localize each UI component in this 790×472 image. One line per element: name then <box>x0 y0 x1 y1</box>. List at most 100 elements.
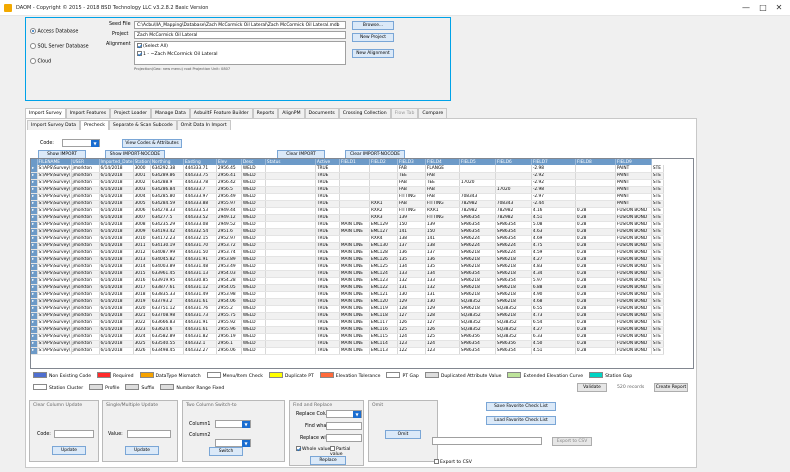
table-cell[interactable]: 138 <box>425 242 460 250</box>
table-cell[interactable]: 444331.82 <box>183 333 217 341</box>
table-cell[interactable]: S:\APS\Survey\ <box>37 256 72 264</box>
table-row[interactable]: ▸ S:\APS\Survey\ jmorkton 6/14/2018 3026 6334… <box>31 347 664 355</box>
table-cell[interactable]: 124 <box>425 340 460 348</box>
table-cell[interactable]: EML124 <box>369 270 398 278</box>
table-cell[interactable]: jmorkton <box>71 340 100 348</box>
table-cell[interactable]: 444331.49 <box>183 291 217 299</box>
table-cell[interactable]: WELD <box>241 326 266 334</box>
table-row[interactable]: ▸ S:\APS\Survey\ jmorkton 6/14/2018 3019 6337… <box>31 298 664 306</box>
table-cell[interactable]: 3007 <box>133 214 151 222</box>
table-cell[interactable]: jmorkton <box>71 319 100 327</box>
table-cell[interactable]: WELD <box>241 284 266 292</box>
table-cell[interactable]: MAIN LINE <box>339 221 370 229</box>
table-cell[interactable]: FAB <box>397 186 426 194</box>
table-cell[interactable]: 4.75 <box>531 242 576 250</box>
table-cell[interactable]: 17020 <box>459 179 496 187</box>
table-cell[interactable]: TRUE <box>315 305 340 313</box>
table-row[interactable]: ▸ S:\APS\Survey\ jmorkton 6/14/2018 3000 6342… <box>31 165 664 173</box>
table-cell[interactable]: 2954.03 <box>216 270 242 278</box>
table-row[interactable]: ▸ S:\APS\Survey\ jmorkton 6/14/2018 3020 6337… <box>31 305 664 313</box>
table-cell[interactable]: 139 <box>425 221 460 229</box>
table-cell[interactable]: S:\APS\Survey\ <box>37 270 72 278</box>
table-cell[interactable]: FITTING <box>397 207 426 215</box>
table-cell[interactable]: 2955.92 <box>216 319 242 327</box>
table-cell[interactable]: 6/14/2018 <box>99 305 134 313</box>
table-cell[interactable]: SP86218 <box>495 284 532 292</box>
table-cell[interactable]: 6/14/2018 <box>99 214 134 222</box>
table-cell[interactable]: 3019 <box>133 298 151 306</box>
table-cell[interactable]: 3012 <box>133 249 151 257</box>
table-cell[interactable]: 444332.15 <box>183 235 217 243</box>
table-cell[interactable]: FUSION BOND <box>615 221 652 229</box>
table-cell[interactable]: TRUE <box>315 319 340 327</box>
alignment-item[interactable]: 1 - ~Zach McCormick Oil Lateral <box>135 50 345 58</box>
table-cell[interactable]: -2.97 <box>531 193 576 201</box>
table-cell[interactable]: MAIN LINE <box>339 277 370 285</box>
table-cell[interactable]: 0.28 <box>575 347 616 355</box>
table-cell[interactable]: WELD <box>241 263 266 271</box>
table-cell[interactable]: S:\APS\Survey\ <box>37 193 72 201</box>
table-cell[interactable]: 4.69 <box>531 235 576 243</box>
table-cell[interactable]: 128 <box>397 305 426 313</box>
table-cell[interactable]: STE <box>651 200 664 208</box>
table-cell[interactable]: SP86356 <box>459 333 496 341</box>
table-cell[interactable]: SP86224 <box>495 249 532 257</box>
table-cell[interactable]: S:\APS\Survey\ <box>37 340 72 348</box>
close-button[interactable]: ✕ <box>773 3 785 13</box>
table-cell[interactable]: PAINT <box>615 200 652 208</box>
table-cell[interactable]: 6/14/2018 <box>99 186 134 194</box>
table-cell[interactable]: 134 <box>397 263 426 271</box>
table-cell[interactable]: S:\APS\Survey\ <box>37 312 72 320</box>
table-cell[interactable] <box>339 200 370 208</box>
table-cell[interactable]: 6/14/2018 <box>99 165 134 173</box>
table-cell[interactable]: FAB <box>397 165 426 173</box>
table-cell[interactable]: 634087.99 <box>150 249 184 257</box>
table-cell[interactable]: 136 <box>425 256 460 264</box>
table-cell[interactable]: 3008 <box>133 221 151 229</box>
table-cell[interactable]: S:\APS\Survey\ <box>37 214 72 222</box>
table-cell[interactable]: 3015 <box>133 270 151 278</box>
table-cell[interactable]: EML130 <box>369 242 398 250</box>
table-cell[interactable]: 3025 <box>133 340 151 348</box>
table-cell[interactable]: TRUE <box>315 186 340 194</box>
table-cell[interactable]: 634284.59 <box>150 200 184 208</box>
table-cell[interactable]: 6.54 <box>531 319 576 327</box>
table-cell[interactable]: FLANGE <box>425 165 460 173</box>
access-radio[interactable] <box>30 28 36 34</box>
table-cell[interactable]: S:\APS\Survey\ <box>37 242 72 250</box>
table-cell[interactable]: jmorkton <box>71 235 100 243</box>
table-cell[interactable]: S:\APS\Survey\ <box>37 319 72 327</box>
table-cell[interactable]: -2.92 <box>531 179 576 187</box>
table-cell[interactable]: SP86218 <box>459 263 496 271</box>
table-cell[interactable]: 634235.29 <box>150 221 184 229</box>
table-cell[interactable]: 6.33 <box>531 333 576 341</box>
table-cell[interactable]: SP86354 <box>459 221 496 229</box>
table-cell[interactable]: FITTING <box>425 214 460 222</box>
table-cell[interactable]: jmorkton <box>71 165 100 173</box>
table-cell[interactable]: WELD <box>241 312 266 320</box>
table-cell[interactable]: SP86354 <box>459 270 496 278</box>
table-cell[interactable]: 6/14/2018 <box>99 340 134 348</box>
tab-import-survey-data[interactable]: Import Survey Data <box>27 120 81 130</box>
table-cell[interactable]: 6/14/2018 <box>99 249 134 257</box>
table-cell[interactable]: SP86218 <box>459 249 496 257</box>
table-cell[interactable]: SQ38352 <box>495 319 532 327</box>
table-cell[interactable]: FUSION BOND <box>615 256 652 264</box>
table-cell[interactable]: -2.92 <box>531 172 576 180</box>
table-cell[interactable]: 4.34 <box>531 270 576 278</box>
table-cell[interactable]: jmorkton <box>71 305 100 313</box>
table-cell[interactable]: EML129 <box>369 221 398 229</box>
table-cell[interactable]: 2956.49 <box>216 193 242 201</box>
table-cell[interactable]: FUSION BOND <box>615 305 652 313</box>
table-cell[interactable] <box>265 186 316 194</box>
table-cell[interactable]: 634289.86 <box>150 172 184 180</box>
table-cell[interactable] <box>575 193 616 201</box>
table-cell[interactable]: 0.28 <box>575 214 616 222</box>
tab-project-loader[interactable]: Project Loader <box>110 108 152 118</box>
table-cell[interactable]: 130 <box>425 298 460 306</box>
table-cell[interactable]: STE <box>651 284 664 292</box>
table-cell[interactable]: MAIN LINE <box>339 298 370 306</box>
table-cell[interactable]: 633793.2 <box>150 298 184 306</box>
table-cell[interactable]: STE <box>651 277 664 285</box>
table-cell[interactable]: 444333.71 <box>183 165 217 173</box>
